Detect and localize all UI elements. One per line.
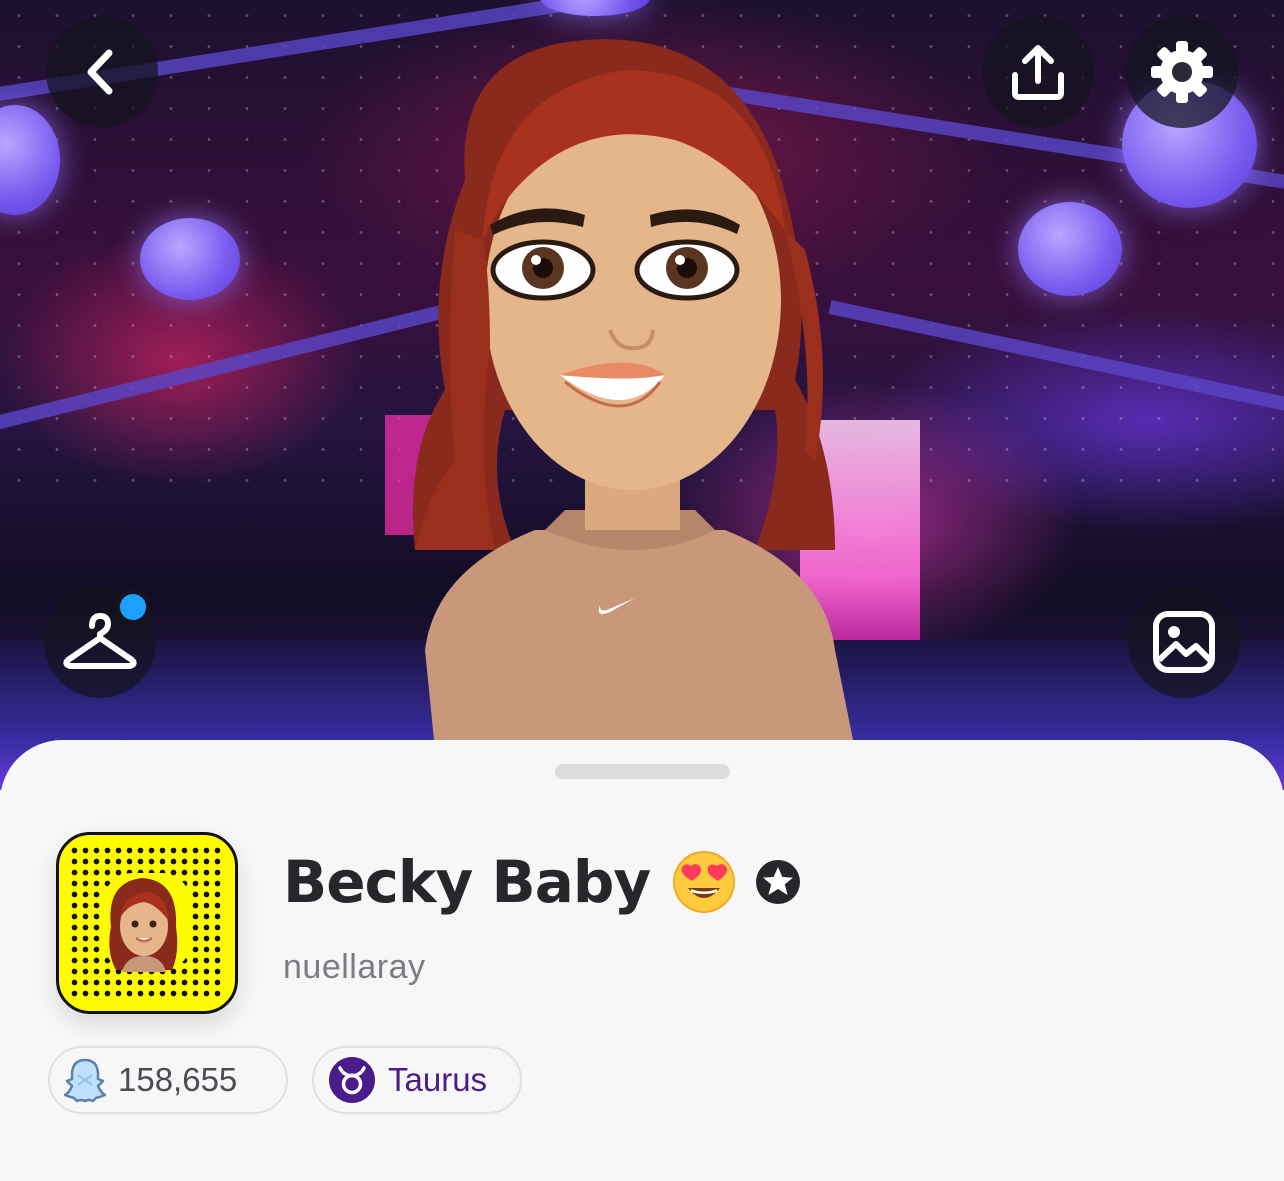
display-name: Becky Baby bbox=[283, 848, 651, 916]
snapcode[interactable] bbox=[56, 832, 238, 1014]
photo-gallery-icon bbox=[1153, 611, 1215, 673]
snap-score-ghost-icon bbox=[64, 1058, 106, 1103]
snapcode-avatar bbox=[109, 878, 178, 972]
heart-eyes-emoji-icon bbox=[673, 851, 736, 913]
upload-share-icon bbox=[1012, 45, 1064, 100]
taurus-icon bbox=[329, 1057, 375, 1103]
profile-sheet: Becky Baby nuellaray 158,655 Taurus bbox=[0, 740, 1284, 1181]
lantern bbox=[1018, 202, 1122, 296]
sheet-drag-handle[interactable] bbox=[555, 764, 730, 779]
display-name-row: Becky Baby bbox=[283, 848, 802, 916]
settings-button[interactable] bbox=[1126, 16, 1238, 128]
snap-score-value: 158,655 bbox=[118, 1061, 238, 1098]
zodiac-chip[interactable]: Taurus bbox=[312, 1046, 522, 1114]
back-button[interactable] bbox=[46, 16, 158, 128]
outfit-button[interactable] bbox=[44, 586, 156, 698]
username: nuellaray bbox=[283, 948, 426, 986]
zodiac-label: Taurus bbox=[388, 1061, 488, 1098]
chevron-left-icon bbox=[87, 49, 113, 95]
lantern bbox=[140, 218, 240, 300]
star-badge-icon bbox=[756, 860, 801, 904]
notification-dot bbox=[116, 590, 150, 624]
profile-background-scene bbox=[0, 0, 1284, 790]
share-button[interactable] bbox=[982, 16, 1094, 128]
gallery-button[interactable] bbox=[1128, 586, 1240, 698]
snap-score-chip[interactable]: 158,655 bbox=[48, 1046, 288, 1114]
bitmoji-avatar[interactable] bbox=[395, 30, 875, 750]
gear-icon bbox=[1151, 41, 1213, 103]
